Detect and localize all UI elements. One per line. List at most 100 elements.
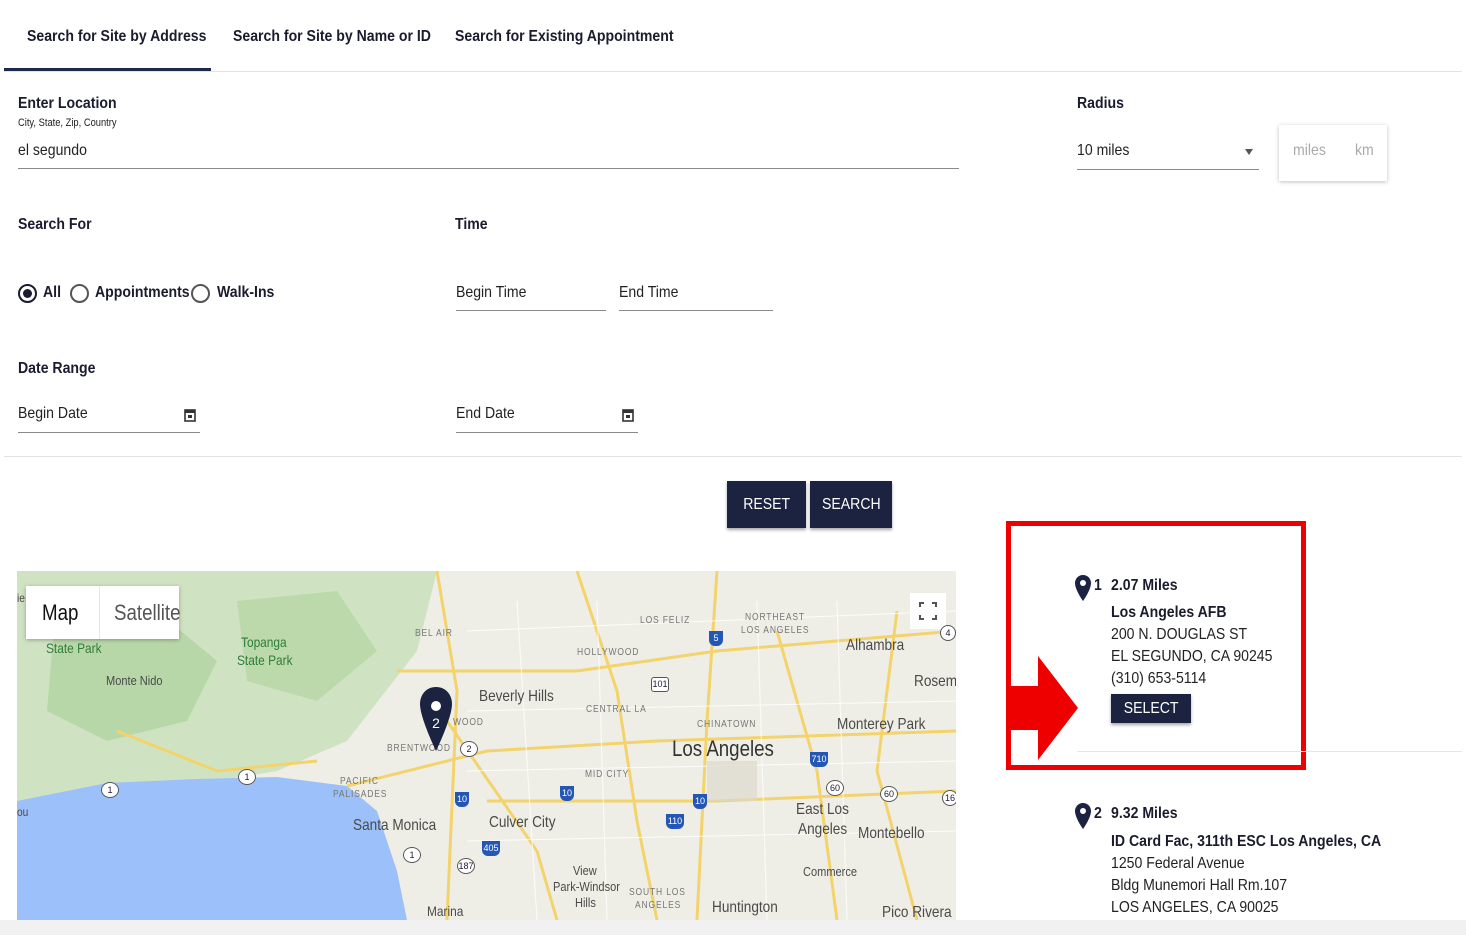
select-button[interactable]: SELECT: [1111, 694, 1191, 723]
map-label: HOLLYWOOD: [577, 647, 640, 658]
radio-appointments-label: Appointments: [95, 284, 190, 301]
map-type-map-button[interactable]: Map: [42, 600, 78, 626]
dropdown-arrow-icon: [1245, 149, 1253, 155]
highway-shield: 16: [942, 790, 956, 806]
unit-toggle: miles km: [1279, 125, 1387, 181]
highway-shield: 5: [709, 631, 723, 646]
map-label: PALISADES: [333, 789, 388, 800]
map-type-satellite-button[interactable]: Satellite: [114, 600, 181, 626]
tab-bar: Search for Site by Address Search for Si…: [4, 0, 1462, 72]
map-label: Pico Rivera: [882, 904, 952, 920]
radius-underline: [1077, 169, 1259, 170]
radius-value: 10 miles: [1077, 142, 1130, 159]
map-label: View: [573, 863, 597, 878]
result-address-line: Bldg Munemori Hall Rm.107: [1111, 877, 1288, 894]
map-label: Rosem: [914, 673, 956, 690]
search-button[interactable]: SEARCH: [810, 481, 892, 528]
begin-time-input[interactable]: Begin Time: [456, 284, 588, 310]
result-divider: [1077, 751, 1462, 752]
map-label: BEL AIR: [415, 628, 453, 639]
highway-shield: 101: [651, 677, 669, 692]
location-label: Enter Location: [18, 95, 117, 112]
form-divider: [4, 456, 1462, 457]
result-distance: 9.32 Miles: [1111, 805, 1178, 822]
highway-shield: 10: [693, 794, 707, 809]
highway-shield: 405: [482, 841, 500, 856]
highway-shield: 1: [403, 847, 421, 863]
result-address-line: EL SEGUNDO, CA 90245: [1111, 648, 1273, 665]
map-label: Topanga: [241, 634, 287, 650]
map-marker[interactable]: 2: [419, 685, 453, 755]
unit-km-button[interactable]: km: [1355, 142, 1374, 160]
result-item: [1075, 574, 1091, 607]
highway-shield: 10: [455, 792, 469, 807]
location-pin-icon: [1075, 575, 1091, 601]
map-label: East Los: [796, 801, 849, 818]
radio-all-label: All: [43, 284, 61, 301]
begin-date-underline: [18, 432, 200, 433]
map-label: LOS ANGELES: [741, 625, 810, 636]
map-label: Park-Windsor: [553, 879, 620, 894]
map-label: Monterey Park: [837, 716, 926, 733]
result-name: ID Card Fac, 311th ESC Los Angeles, CA: [1111, 833, 1382, 850]
bottom-bar: [0, 920, 1466, 935]
unit-miles-button[interactable]: miles: [1293, 142, 1326, 160]
tab-search-by-name-or-id[interactable]: Search for Site by Name or ID: [233, 28, 431, 46]
map-marker-number: 2: [432, 715, 440, 731]
radio-walk-ins[interactable]: [191, 284, 210, 303]
highway-shield: 60: [880, 786, 898, 802]
map[interactable]: Map Satellite ie State Park Topanga Stat…: [17, 571, 956, 920]
radio-appointments[interactable]: [70, 284, 89, 303]
location-pin-icon: [1075, 803, 1091, 829]
map-label: Culver City: [489, 814, 556, 831]
calendar-icon[interactable]: [622, 408, 634, 422]
tab-search-by-address[interactable]: Search for Site by Address: [27, 28, 206, 46]
map-label: CENTRAL LA: [586, 704, 647, 715]
highway-shield: 187: [457, 858, 475, 874]
map-label: WOOD: [453, 717, 484, 728]
active-tab-indicator: [4, 68, 211, 71]
tab-search-existing-appointment[interactable]: Search for Existing Appointment: [455, 28, 674, 46]
search-for-label: Search For: [18, 216, 92, 233]
map-label: Montebello: [858, 825, 925, 842]
map-label: LOS FELIZ: [640, 615, 691, 626]
map-label: Los Angeles: [672, 736, 774, 761]
map-label: Commerce: [803, 864, 858, 879]
highway-shield: 10: [560, 786, 574, 801]
map-label: Marina: [427, 903, 464, 919]
location-hint: City, State, Zip, Country: [18, 117, 117, 129]
map-label: Alhambra: [846, 637, 905, 654]
red-arrow-icon: [1006, 656, 1078, 760]
fullscreen-button[interactable]: [910, 593, 946, 629]
calendar-icon[interactable]: [184, 408, 196, 422]
begin-date-input[interactable]: Begin Date: [18, 405, 159, 431]
map-label: State Park: [237, 652, 293, 668]
highway-shield: 2: [460, 741, 478, 757]
highway-shield: 710: [810, 752, 828, 767]
map-label: Beverly Hills: [479, 688, 554, 705]
result-address-line: 1250 Federal Avenue: [1111, 855, 1245, 872]
location-input[interactable]: el segundo: [18, 142, 845, 168]
end-time-input[interactable]: End Time: [619, 284, 755, 310]
end-date-underline: [456, 432, 638, 433]
map-label: ou: [17, 805, 29, 819]
result-name: Los Angeles AFB: [1111, 604, 1227, 621]
radio-walk-ins-label: Walk-Ins: [217, 284, 275, 301]
map-label: MID CITY: [585, 769, 630, 780]
radio-all[interactable]: [18, 284, 37, 303]
begin-time-underline: [456, 310, 606, 311]
end-date-input[interactable]: End Date: [456, 405, 597, 431]
map-label: Monte Nido: [106, 673, 163, 688]
result-address-line: LOS ANGELES, CA 90025: [1111, 899, 1279, 916]
map-label: PACIFIC: [340, 776, 379, 787]
radius-label: Radius: [1077, 95, 1124, 112]
highway-shield: 110: [666, 814, 684, 829]
location-underline: [18, 168, 959, 169]
map-label: ie: [17, 591, 25, 605]
map-type-control: Map Satellite: [26, 586, 181, 639]
result-address-line: 200 N. DOUGLAS ST: [1111, 626, 1248, 643]
reset-button[interactable]: RESET: [727, 481, 806, 528]
map-label: Santa Monica: [353, 817, 437, 834]
radius-select[interactable]: 10 miles: [1077, 140, 1259, 170]
map-label: CHINATOWN: [697, 719, 757, 730]
